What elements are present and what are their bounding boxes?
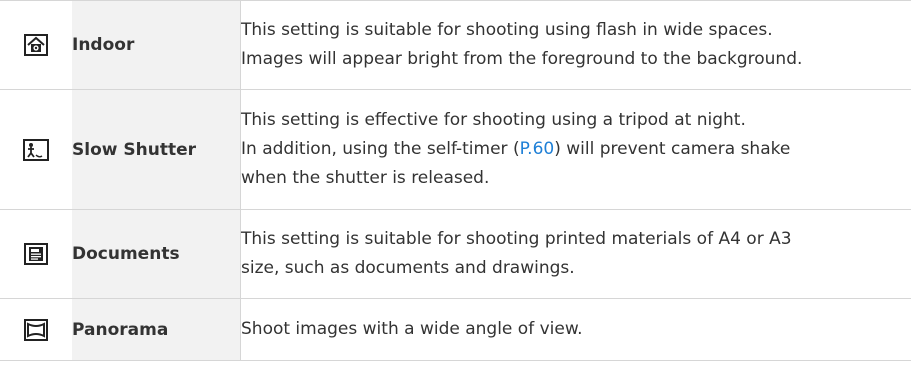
table-row-documents: Documents This setting is suitable for s… [0,209,911,299]
description-text: In addition, using the self-timer ( [241,139,520,159]
description-line: This setting is effective for shooting u… [241,110,746,130]
description-line: when the shutter is released. [241,168,490,188]
icon-cell [0,298,72,361]
icon-cell [0,209,72,299]
description-line: This setting is suitable for shooting us… [241,20,773,40]
table-row-panorama: Panorama Shoot images with a wide angle … [0,298,911,361]
documents-icon [24,243,48,265]
mode-description-indoor: This setting is suitable for shooting us… [240,0,911,90]
mode-name-panorama: Panorama [72,298,241,361]
indoor-icon [24,34,48,56]
slow-shutter-icon [23,138,49,161]
table-row-indoor: Indoor This setting is suitable for shoo… [0,0,911,90]
description-line-with-link: In addition, using the self-timer (P.60)… [241,135,911,164]
scene-mode-table: Indoor This setting is suitable for shoo… [0,0,911,361]
description-line: This setting is suitable for shooting pr… [241,229,792,249]
description-text: ) [554,139,561,159]
mode-description-slow-shutter: This setting is effective for shooting u… [240,89,911,210]
icon-cell [0,0,72,90]
mode-description-panorama: Shoot images with a wide angle of view. [240,298,911,361]
table-row-slow-shutter: Slow Shutter This setting is effective f… [0,89,911,210]
page-reference-link[interactable]: P.60 [520,139,555,159]
description-text: will prevent camera shake [566,139,791,159]
description-line: size, such as documents and drawings. [241,258,575,278]
mode-name-documents: Documents [72,209,241,299]
mode-name-indoor: Indoor [72,0,241,90]
icon-cell [0,89,72,210]
panorama-icon [24,318,48,341]
description-line: Images will appear bright from the foreg… [241,49,803,69]
description-line: Shoot images with a wide angle of view. [241,319,583,339]
mode-name-slow-shutter: Slow Shutter [72,89,241,210]
mode-description-documents: This setting is suitable for shooting pr… [240,209,911,299]
